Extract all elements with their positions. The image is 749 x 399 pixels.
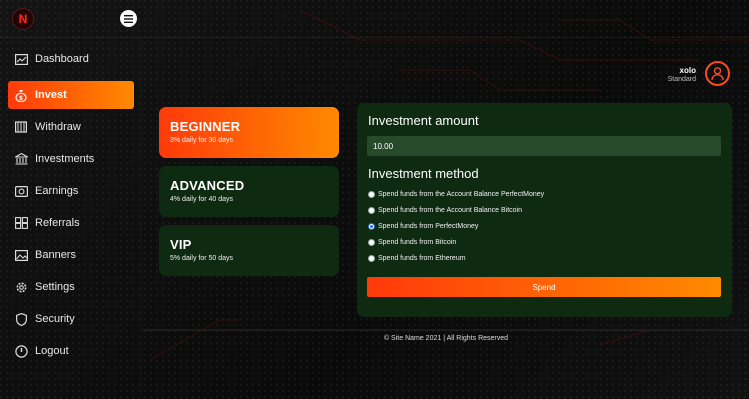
user-avatar[interactable] — [705, 61, 730, 86]
sidebar-item-banners[interactable]: Banners — [8, 241, 134, 269]
footer-copyright: © Site Name 2021 | All Rights Reserved — [383, 335, 509, 342]
menu-toggle-button[interactable] — [120, 10, 137, 27]
sidebar-item-label: Security — [35, 313, 75, 325]
logo-letter: N — [18, 12, 28, 26]
sidebar-item-label: Earnings — [35, 185, 79, 197]
sidebar-item-label: Referrals — [35, 217, 80, 229]
sidebar-item-label: Logout — [35, 345, 69, 357]
radio-button[interactable] — [368, 254, 375, 262]
plan-card-advanced[interactable]: ADVANCED 4% daily for 40 days — [159, 166, 339, 217]
sidebar: Dashboard $ Invest Withdraw Investments … — [0, 38, 142, 399]
sidebar-item-label: Dashboard — [35, 53, 89, 65]
withdraw-icon — [14, 120, 28, 134]
plan-description: 4% daily for 40 days — [170, 196, 234, 203]
investment-amount-input[interactable] — [367, 136, 721, 156]
method-option-bitcoin[interactable]: Spend funds from Bitcoin — [368, 236, 456, 248]
gear-icon — [14, 280, 28, 294]
plan-title: ADVANCED — [170, 178, 245, 193]
sidebar-item-settings[interactable]: Settings — [8, 273, 134, 301]
sidebar-item-security[interactable]: Security — [8, 305, 134, 333]
power-icon — [14, 344, 28, 358]
plan-title: VIP — [170, 237, 192, 252]
radio-button[interactable] — [368, 190, 375, 198]
sidebar-item-label: Settings — [35, 281, 75, 293]
method-label: Spend funds from the Account Balance Bit… — [378, 206, 522, 214]
method-option-perfectmoney[interactable]: Spend funds from PerfectMoney — [368, 220, 478, 232]
user-icon — [711, 67, 724, 81]
sidebar-item-earnings[interactable]: Earnings — [8, 177, 134, 205]
radio-button[interactable] — [368, 206, 375, 214]
shield-icon — [14, 312, 28, 326]
sidebar-item-label: Invest — [35, 89, 67, 101]
radio-button[interactable] — [368, 238, 375, 246]
method-label: Spend funds from Ethereum — [378, 254, 466, 262]
method-option-ethereum[interactable]: Spend funds from Ethereum — [368, 252, 466, 264]
user-name: xolo — [679, 66, 696, 75]
top-bar: N — [0, 0, 749, 38]
money-bag-icon: $ — [14, 88, 28, 102]
sidebar-item-label: Withdraw — [35, 121, 81, 133]
dashboard-icon — [14, 52, 28, 66]
method-label: Spend funds from the Account Balance Per… — [378, 190, 545, 198]
sidebar-item-dashboard[interactable]: Dashboard — [8, 45, 134, 73]
sidebar-item-label: Investments — [35, 153, 95, 165]
sidebar-item-invest[interactable]: $ Invest — [8, 81, 134, 109]
image-icon — [14, 248, 28, 262]
svg-text:$: $ — [19, 95, 23, 102]
sidebar-item-referrals[interactable]: Referrals — [8, 209, 134, 237]
referrals-icon — [14, 216, 28, 230]
plan-description: 3% daily for 30 days — [170, 137, 234, 144]
spend-button[interactable]: Spend — [367, 277, 721, 297]
invest-form-panel: Investment amount Investment method Spen… — [357, 103, 732, 317]
earnings-icon — [14, 184, 28, 198]
method-option-account-bitcoin[interactable]: Spend funds from the Account Balance Bit… — [368, 204, 522, 216]
app-root: N Dashboard $ Invest Withdraw Investment… — [0, 0, 749, 399]
plan-title: BEGINNER — [170, 119, 241, 134]
bank-icon — [14, 152, 28, 166]
radio-button-selected[interactable] — [368, 222, 375, 230]
investment-amount-heading: Investment amount — [368, 113, 479, 128]
brand-logo[interactable]: N — [12, 8, 34, 30]
method-label: Spend funds from PerfectMoney — [378, 222, 479, 230]
plan-description: 5% daily for 50 days — [170, 255, 234, 262]
sidebar-item-investments[interactable]: Investments — [8, 145, 134, 173]
plan-card-vip[interactable]: VIP 5% daily for 50 days — [159, 225, 339, 276]
user-tier: Standard — [667, 76, 696, 83]
sidebar-item-withdraw[interactable]: Withdraw — [8, 113, 134, 141]
plan-card-beginner[interactable]: BEGINNER 3% daily for 30 days — [159, 107, 339, 158]
sidebar-item-logout[interactable]: Logout — [8, 337, 134, 365]
method-option-account-perfectmoney[interactable]: Spend funds from the Account Balance Per… — [368, 188, 544, 200]
investment-method-heading: Investment method — [368, 166, 479, 181]
sidebar-item-label: Banners — [35, 249, 76, 261]
method-label: Spend funds from Bitcoin — [378, 238, 457, 246]
hamburger-icon — [124, 14, 133, 23]
